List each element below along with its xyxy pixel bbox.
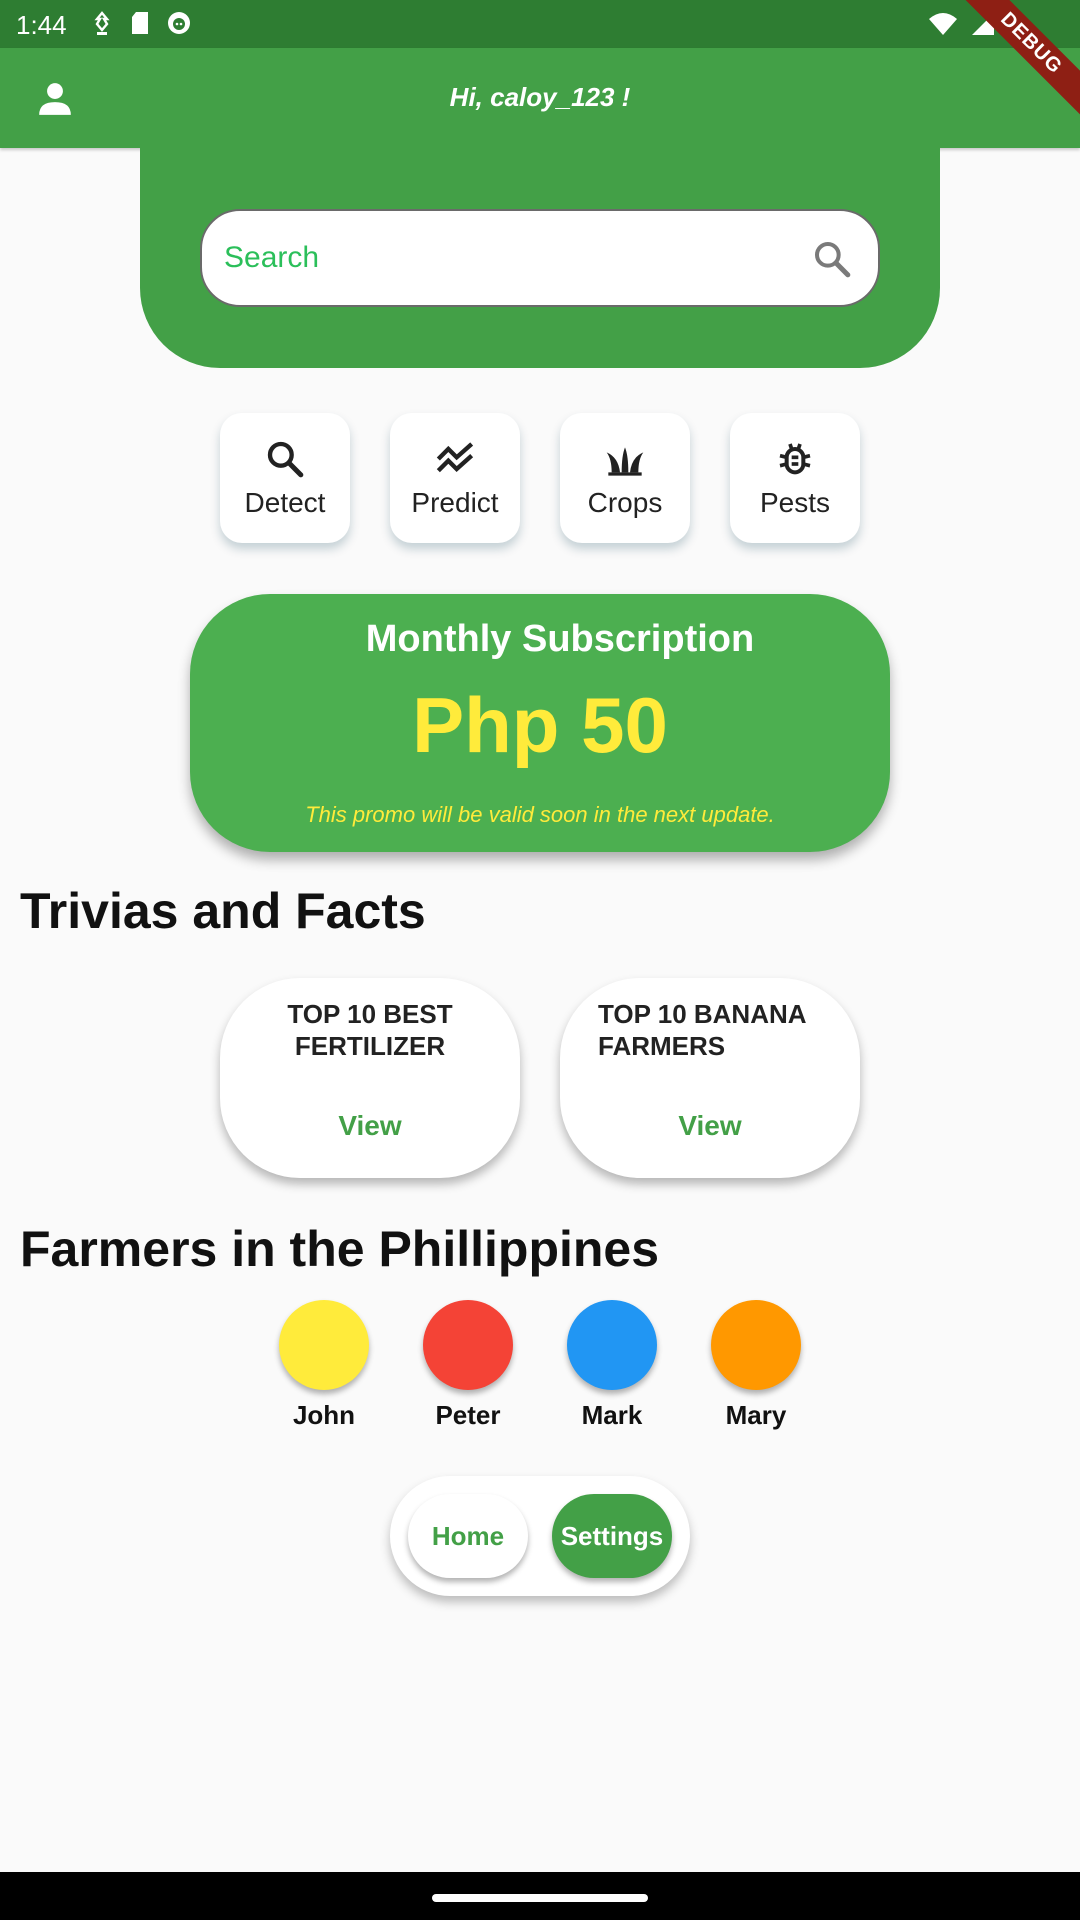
settings-button[interactable]: Settings	[552, 1494, 672, 1578]
status-icons-left	[90, 10, 192, 36]
crops-icon	[606, 447, 644, 476]
farmer-name: Mary	[725, 1400, 787, 1430]
search-icon[interactable]	[812, 239, 852, 279]
quick-actions: Detect Predict Crops Pests	[0, 413, 1080, 543]
status-time: 1:44	[16, 10, 67, 40]
status-bar: 1:44	[0, 0, 1080, 48]
trivia-card[interactable]: TOP 10 BANANA FARMERS View	[560, 978, 860, 1178]
trivia-view-button[interactable]: View	[560, 1110, 860, 1142]
detect-label: Detect	[244, 487, 326, 518]
farmer-name: John	[292, 1400, 356, 1430]
farmers-row: John Peter Mark Mary	[0, 1300, 1080, 1431]
subscription-card[interactable]: Monthly Subscription Php 50 This promo w…	[190, 594, 890, 852]
debug-label: DEBUG	[960, 0, 1080, 115]
sd-card-icon	[132, 12, 148, 34]
system-nav-bar	[0, 1872, 1080, 1920]
trivia-heading: Trivias and Facts	[20, 883, 426, 939]
crops-label: Crops	[587, 487, 663, 518]
avatar[interactable]	[567, 1300, 657, 1390]
trivia-view-button[interactable]: View	[220, 1110, 520, 1142]
trivia-row: TOP 10 BEST FERTILIZER View TOP 10 BANAN…	[0, 978, 1080, 1178]
bottom-nav: Home Settings	[390, 1476, 690, 1596]
avatar[interactable]	[423, 1300, 513, 1390]
trivia-card-title: TOP 10 BANANA FARMERS	[598, 999, 806, 1061]
subscription-note: This promo will be valid soon in the nex…	[305, 802, 775, 827]
predict-label: Predict	[411, 487, 499, 518]
home-button[interactable]: Home	[408, 1494, 528, 1578]
farmer-item[interactable]: John	[279, 1300, 369, 1431]
search-panel	[140, 148, 940, 368]
greeting-title: Hi, caloy_123 !	[449, 82, 631, 112]
search-box[interactable]	[200, 209, 880, 307]
pests-label: Pests	[759, 487, 831, 518]
wifi-icon	[929, 13, 957, 35]
download-arrow-icon	[94, 11, 110, 35]
farmers-heading: Farmers in the Phillippines	[20, 1221, 660, 1277]
farmer-name: Mark	[581, 1400, 643, 1430]
detect-button[interactable]: Detect	[220, 413, 350, 543]
avatar[interactable]	[279, 1300, 369, 1390]
farmer-item[interactable]: Mark	[567, 1300, 657, 1431]
predict-button[interactable]: Predict	[390, 413, 520, 543]
face-icon	[168, 12, 190, 34]
pests-button[interactable]: Pests	[730, 413, 860, 543]
farmer-item[interactable]: Peter	[423, 1300, 513, 1431]
search-icon	[267, 441, 304, 478]
subscription-title: Monthly Subscription	[365, 618, 755, 660]
bug-icon	[779, 443, 811, 475]
farmer-name: Peter	[435, 1400, 501, 1430]
trivia-card-title: TOP 10 BEST FERTILIZER	[287, 999, 453, 1061]
debug-ribbon: DEBUG	[960, 0, 1080, 120]
trivia-card[interactable]: TOP 10 BEST FERTILIZER View	[220, 978, 520, 1178]
home-gesture-handle[interactable]	[432, 1894, 648, 1902]
subscription-price: Php 50	[412, 681, 668, 769]
app-bar: Hi, caloy_123 !	[0, 48, 1080, 148]
crops-button[interactable]: Crops	[560, 413, 690, 543]
search-input[interactable]	[224, 211, 784, 305]
farmer-item[interactable]: Mary	[711, 1300, 801, 1431]
trend-icon	[436, 442, 474, 473]
avatar[interactable]	[711, 1300, 801, 1390]
